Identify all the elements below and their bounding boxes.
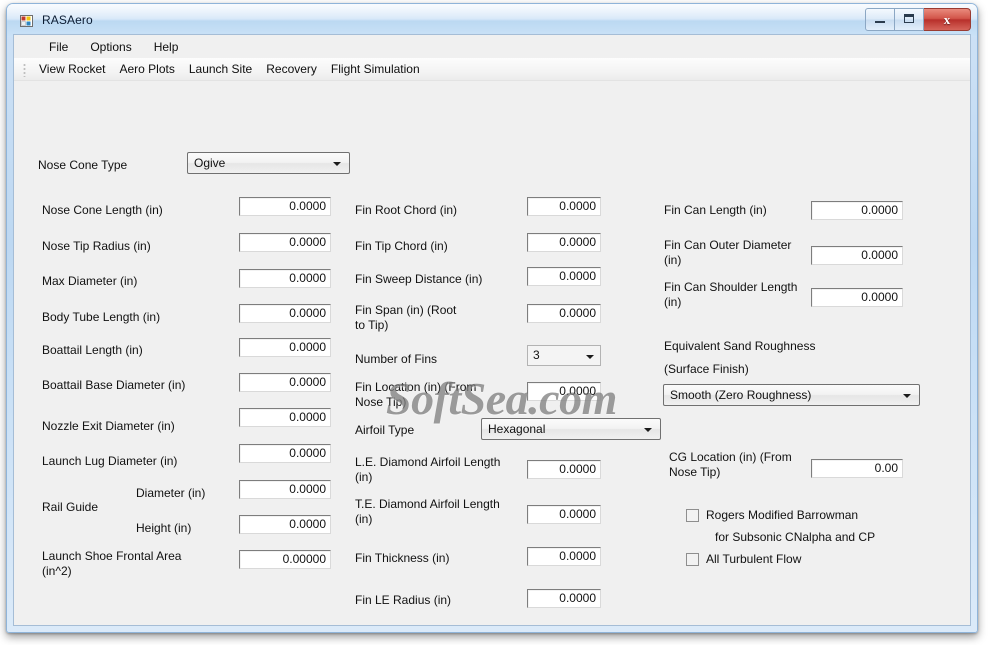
label-boattail-base-diameter: Boattail Base Diameter (in) <box>42 378 186 392</box>
number-of-fins-combobox[interactable]: 3 <box>527 345 601 366</box>
chevron-down-icon <box>586 355 594 359</box>
menu-item-help[interactable]: Help <box>143 37 190 57</box>
chevron-down-icon <box>333 162 341 166</box>
input-fin-sweep-distance[interactable]: 0.0000 <box>527 267 601 286</box>
checkbox-label-rogers: Rogers Modified Barrowman <box>706 508 859 522</box>
label-fin-can-shoulder-length: Fin Can Shoulder Length (in) <box>664 280 798 309</box>
label-max-diameter: Max Diameter (in) <box>42 274 138 288</box>
sand-roughness-value: Smooth (Zero Roughness) <box>670 388 812 402</box>
label-fin-sweep-distance: Fin Sweep Distance (in) <box>355 272 483 286</box>
input-fin-span[interactable]: 0.0000 <box>527 304 601 323</box>
label-te-diamond-airfoil-length: T.E. Diamond Airfoil Length (in) <box>355 497 500 526</box>
input-rail-guide-diameter[interactable]: 0.0000 <box>239 480 331 499</box>
label-nose-cone-type: Nose Cone Type <box>38 158 128 172</box>
label-body-tube-length: Body Tube Length (in) <box>42 310 161 324</box>
menu-item-file[interactable]: File <box>38 37 79 57</box>
label-nose-tip-radius: Nose Tip Radius (in) <box>42 239 151 253</box>
menu-item-options[interactable]: Options <box>79 37 142 57</box>
input-fin-root-chord[interactable]: 0.0000 <box>527 197 601 216</box>
number-of-fins-value: 3 <box>533 348 540 362</box>
label-fin-can-outer-diameter: Fin Can Outer Diameter (in) <box>664 238 792 267</box>
nose-cone-type-value: Ogive <box>194 156 226 170</box>
app-grid-icon <box>20 15 33 27</box>
input-launch-lug-diameter[interactable]: 0.0000 <box>239 444 331 463</box>
input-te-diamond-airfoil-length[interactable]: 0.0000 <box>527 505 601 524</box>
airfoil-type-value: Hexagonal <box>488 422 546 436</box>
sand-roughness-combobox[interactable]: Smooth (Zero Roughness) <box>663 384 920 406</box>
input-le-diamond-airfoil-length[interactable]: 0.0000 <box>527 460 601 479</box>
label-fin-root-chord: Fin Root Chord (in) <box>355 203 458 217</box>
input-cg-location[interactable]: 0.00 <box>811 459 903 478</box>
label-airfoil-type: Airfoil Type <box>355 423 415 437</box>
minimize-icon <box>875 21 885 23</box>
label-rail-guide-diameter: Diameter (in) <box>136 486 206 500</box>
input-fin-thickness[interactable]: 0.0000 <box>527 547 601 566</box>
menu-bar: File Options Help <box>14 35 970 58</box>
checkbox-rogers-modified-barrowman[interactable]: Rogers Modified Barrowman <box>686 508 858 523</box>
label-rail-guide-height: Height (in) <box>136 521 192 535</box>
tool-item-view-rocket[interactable]: View Rocket <box>32 59 112 79</box>
tool-item-aero-plots[interactable]: Aero Plots <box>112 59 181 79</box>
label-fin-span: Fin Span (in) (Root to Tip) <box>355 303 457 332</box>
input-fin-can-length[interactable]: 0.0000 <box>811 201 903 220</box>
caption-button-group: x <box>865 8 971 31</box>
input-fin-can-shoulder-length[interactable]: 0.0000 <box>811 288 903 307</box>
label-fin-thickness: Fin Thickness (in) <box>355 551 450 565</box>
window-title: RASAero <box>42 13 93 27</box>
checkbox-continuation-text: for Subsonic CNalpha and CP <box>715 530 876 544</box>
label-number-of-fins: Number of Fins <box>355 352 438 366</box>
label-nozzle-exit-diameter: Nozzle Exit Diameter (in) <box>42 419 175 433</box>
rocket-parameters-form: Nose Cone Type Ogive Nose Cone Length (i… <box>14 81 970 625</box>
input-fin-can-outer-diameter[interactable]: 0.0000 <box>811 246 903 265</box>
maximize-icon <box>904 14 914 23</box>
input-fin-tip-chord[interactable]: 0.0000 <box>527 233 601 252</box>
input-fin-location[interactable]: 0.0000 <box>527 382 601 401</box>
minimize-button[interactable] <box>865 8 895 31</box>
input-launch-shoe-frontal-area[interactable]: 0.00000 <box>239 550 331 569</box>
chevron-down-icon <box>644 428 652 432</box>
tool-item-recovery[interactable]: Recovery <box>259 59 324 79</box>
checkbox-box-icon[interactable] <box>686 553 699 566</box>
label-equivalent-sand-roughness: Equivalent Sand Roughness <box>664 339 816 353</box>
label-fin-tip-chord: Fin Tip Chord (in) <box>355 239 448 253</box>
title-bar-sheen <box>7 4 977 20</box>
label-surface-finish: (Surface Finish) <box>664 362 749 376</box>
tool-item-flight-simulation[interactable]: Flight Simulation <box>324 59 427 79</box>
screenshot-root: RASAero x File Options Help View Rocket … <box>0 0 988 645</box>
input-max-diameter[interactable]: 0.0000 <box>239 269 331 288</box>
label-fin-location: Fin Location (in) (From Nose Tip) <box>355 380 477 409</box>
tool-item-launch-site[interactable]: Launch Site <box>182 59 259 79</box>
label-fin-le-radius: Fin LE Radius (in) <box>355 593 452 607</box>
input-nozzle-exit-diameter[interactable]: 0.0000 <box>239 408 331 427</box>
maximize-button[interactable] <box>895 8 924 31</box>
input-fin-le-radius[interactable]: 0.0000 <box>527 589 601 608</box>
label-launch-shoe-frontal-area: Launch Shoe Frontal Area (in^2) <box>42 549 182 578</box>
title-bar: RASAero x <box>7 4 977 37</box>
label-fin-can-length: Fin Can Length (in) <box>664 203 767 217</box>
label-cg-location: CG Location (in) (From Nose Tip) <box>669 450 792 479</box>
toolstrip-grip-icon[interactable] <box>22 61 27 77</box>
checkbox-all-turbulent-flow[interactable]: All Turbulent Flow <box>686 552 801 567</box>
input-boattail-base-diameter[interactable]: 0.0000 <box>239 373 331 392</box>
input-nose-tip-radius[interactable]: 0.0000 <box>239 233 331 252</box>
client-area: File Options Help View Rocket Aero Plots… <box>13 34 971 626</box>
airfoil-type-combobox[interactable]: Hexagonal <box>481 418 661 440</box>
application-window: RASAero x File Options Help View Rocket … <box>6 3 978 633</box>
tool-strip: View Rocket Aero Plots Launch Site Recov… <box>14 58 970 81</box>
checkbox-box-icon[interactable] <box>686 509 699 522</box>
input-rail-guide-height[interactable]: 0.0000 <box>239 515 331 534</box>
chevron-down-icon <box>903 394 911 398</box>
close-icon: x <box>943 11 951 27</box>
input-body-tube-length[interactable]: 0.0000 <box>239 304 331 323</box>
label-boattail-length: Boattail Length (in) <box>42 343 143 357</box>
checkbox-label-all-turbulent-flow: All Turbulent Flow <box>706 552 802 566</box>
label-le-diamond-airfoil-length: L.E. Diamond Airfoil Length (in) <box>355 455 501 484</box>
close-button[interactable]: x <box>924 8 971 31</box>
nose-cone-type-combobox[interactable]: Ogive <box>187 152 350 174</box>
label-nose-cone-length: Nose Cone Length (in) <box>42 203 163 217</box>
input-boattail-length[interactable]: 0.0000 <box>239 338 331 357</box>
input-nose-cone-length[interactable]: 0.0000 <box>239 197 331 216</box>
label-rail-guide: Rail Guide <box>42 500 99 514</box>
label-launch-lug-diameter: Launch Lug Diameter (in) <box>42 454 178 468</box>
